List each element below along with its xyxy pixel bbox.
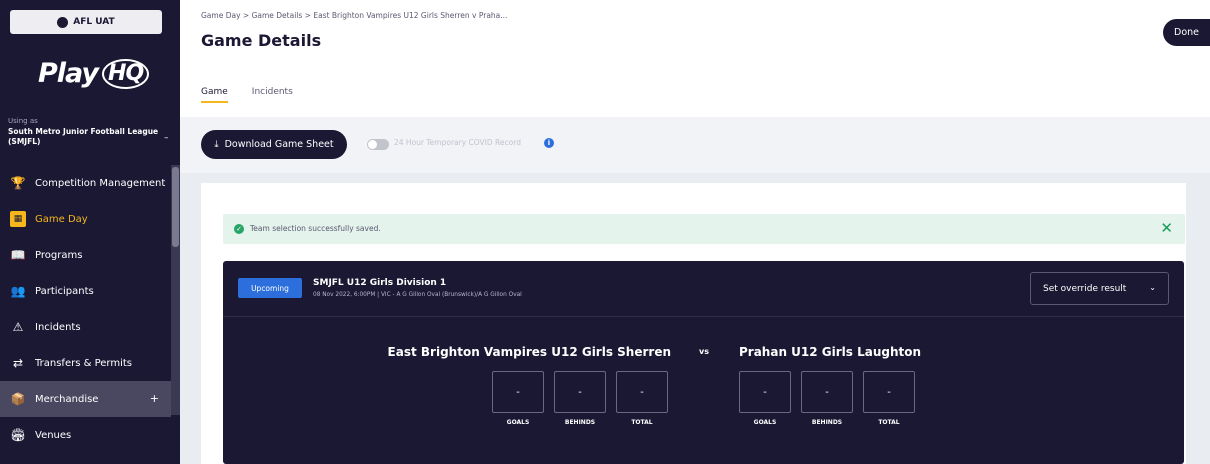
sidebar-item-incidents[interactable]: ⚠ Incidents	[0, 309, 171, 345]
download-label: Download Game Sheet	[224, 139, 334, 150]
home-behinds-input[interactable]: -	[554, 371, 606, 413]
sidebar-item-label: Competition Management	[35, 177, 166, 189]
away-goals-label: GOALS	[753, 419, 777, 426]
sidebar-nav: 🏆 Competition Management ▦ Game Day 📖 Pr…	[0, 165, 171, 453]
competition-title: SMJFL U12 Girls Division 1	[313, 278, 447, 288]
people-icon: 👥	[10, 284, 26, 298]
tab-game[interactable]: Game	[201, 87, 228, 103]
away-behinds-label: BEHINDS	[811, 419, 843, 426]
home-team-name: East Brighton Vampires U12 Girls Sherren	[387, 345, 671, 359]
transfer-arrows-icon: ⇄	[12, 356, 24, 370]
warning-icon: ⚠	[12, 320, 24, 334]
toolbar: ⤓ Download Game Sheet 24 Hour Temporary …	[180, 117, 1210, 173]
download-game-sheet-button[interactable]: ⤓ Download Game Sheet	[201, 130, 347, 159]
page-title: Game Details	[201, 31, 322, 50]
tab-bar: Game Incidents	[201, 87, 293, 103]
sidebar-item-game-day[interactable]: ▦ Game Day	[0, 201, 171, 237]
away-total-label: TOTAL	[878, 419, 900, 426]
sidebar-item-label: Transfers & Permits	[35, 357, 132, 369]
away-behinds-input[interactable]: -	[801, 371, 853, 413]
vs-label: vs	[699, 347, 709, 356]
home-behinds-label: BEHINDS	[564, 419, 596, 426]
alert-message: Team selection successfully saved.	[250, 224, 381, 233]
environment-label: AFL UAT	[73, 17, 115, 27]
game-card-header: Upcoming SMJFL U12 Girls Division 1 08 N…	[223, 261, 1184, 317]
status-badge: Upcoming	[238, 278, 302, 298]
sidebar-item-transfers-permits[interactable]: ⇄ Transfers & Permits	[0, 345, 171, 381]
check-circle-icon: ✓	[234, 224, 244, 234]
done-button[interactable]: Done	[1163, 19, 1210, 46]
environment-badge: AFL UAT	[10, 10, 162, 34]
box-icon: 📦	[10, 392, 26, 406]
organisation-name[interactable]: South Metro Junior Football League (SMJF…	[8, 127, 160, 147]
breadcrumb[interactable]: Game Day > Game Details > East Brighton …	[201, 11, 507, 20]
sidebar-item-participants[interactable]: 👥 Participants	[0, 273, 171, 309]
close-icon[interactable]: ✕	[1160, 219, 1173, 237]
sidebar-item-label: Game Day	[35, 213, 88, 225]
logo-play-text: Play	[38, 58, 99, 89]
override-result-select[interactable]: Set override result ⌄	[1030, 272, 1169, 305]
main-content: Game Day > Game Details > East Brighton …	[180, 0, 1210, 464]
download-icon: ⤓	[214, 139, 219, 150]
success-alert: ✓ Team selection successfully saved. ✕	[223, 214, 1185, 244]
sidebar-scrollbar-thumb[interactable]	[172, 167, 179, 247]
info-icon[interactable]: i	[544, 138, 554, 148]
override-result-label: Set override result	[1043, 283, 1127, 294]
using-as-label: Using as	[8, 117, 38, 125]
sidebar-item-label: Participants	[35, 285, 94, 297]
home-goals-label: GOALS	[506, 419, 530, 426]
game-details-text: 08 Nov 2022, 6:00PM | VIC - A G Gillon O…	[313, 292, 522, 298]
logo-hq-text: HQ	[102, 58, 150, 89]
home-goals-input[interactable]: -	[492, 371, 544, 413]
trophy-icon: 🏆	[10, 176, 26, 190]
sidebar-item-label: Merchandise	[35, 393, 99, 405]
sidebar-item-label: Incidents	[35, 321, 81, 333]
environment-dot-icon	[57, 16, 69, 28]
sidebar-item-competition-management[interactable]: 🏆 Competition Management	[0, 165, 171, 201]
sidebar: AFL UAT Play HQ Using as South Metro Juni…	[0, 0, 180, 464]
game-day-icon: ▦	[10, 211, 26, 227]
away-goals-input[interactable]: -	[739, 371, 791, 413]
away-team-name: Prahan U12 Girls Laughton	[739, 345, 922, 359]
sidebar-item-venues[interactable]: 🏟 Venues	[0, 417, 171, 453]
expand-plus-icon[interactable]: +	[150, 392, 159, 405]
sidebar-scrollbar[interactable]	[171, 165, 180, 415]
chevron-down-icon: ⌄	[1149, 283, 1156, 292]
tab-incidents[interactable]: Incidents	[252, 87, 293, 103]
book-icon: 📖	[10, 248, 26, 262]
covid-record-toggle[interactable]	[367, 139, 389, 150]
sidebar-item-merchandise[interactable]: 📦 Merchandise +	[0, 381, 171, 417]
venue-icon: 🏟	[10, 428, 26, 442]
home-total-label: TOTAL	[631, 419, 653, 426]
game-card: Upcoming SMJFL U12 Girls Division 1 08 N…	[223, 261, 1184, 464]
sidebar-item-label: Programs	[35, 249, 83, 261]
organisation-switch-icon[interactable]: –	[164, 133, 169, 143]
playhq-logo[interactable]: Play HQ	[38, 58, 150, 89]
sidebar-item-programs[interactable]: 📖 Programs	[0, 237, 171, 273]
app-window: AFL UAT Play HQ Using as South Metro Juni…	[0, 0, 1210, 464]
sidebar-item-label: Venues	[35, 429, 72, 441]
home-total-display: -	[616, 371, 668, 413]
covid-record-toggle-label: 24 Hour Temporary COVID Record	[394, 138, 521, 147]
away-total-display: -	[863, 371, 915, 413]
